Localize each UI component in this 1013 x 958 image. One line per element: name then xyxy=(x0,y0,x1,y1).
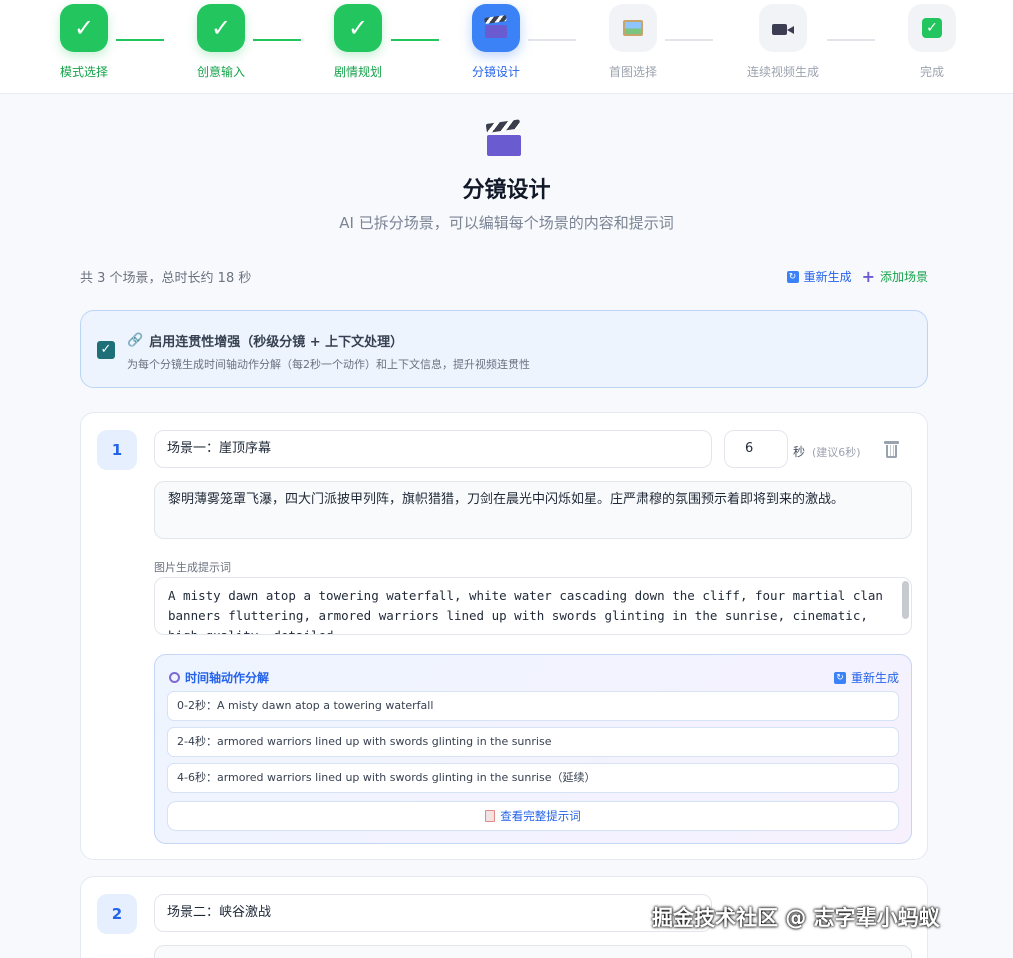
duration-input[interactable]: 6 xyxy=(724,430,788,468)
step-mode-select[interactable]: ✓ 模式选择 xyxy=(34,4,134,80)
regenerate-button[interactable]: ↻ 重新生成 xyxy=(786,268,852,285)
refresh-icon: ↻ xyxy=(833,671,846,684)
stopwatch-icon xyxy=(169,672,180,683)
check-icon: ✓ xyxy=(60,4,108,52)
consistency-checkbox[interactable]: ✓ xyxy=(97,341,115,359)
scene-description-textarea[interactable]: 黎明薄雾笼罩飞瀑，四大门派披甲列阵，旗帜猎猎，刀剑在晨光中闪烁如星。庄严肃穆的氛… xyxy=(154,481,912,539)
progress-stepper: ✓ 模式选择 ✓ 创意输入 ✓ 剧情规划 分镜设计 首图选择 连续视频生成 ✓ … xyxy=(0,0,1013,94)
step-circle xyxy=(759,4,807,52)
timeline-regenerate-label: 重新生成 xyxy=(850,671,899,685)
step-circle xyxy=(472,4,520,52)
step-complete[interactable]: ✓ 完成 xyxy=(882,4,982,80)
duration-unit: 秒 xyxy=(793,445,806,459)
step-label: 创意输入 xyxy=(196,65,245,79)
step-label: 完成 xyxy=(919,65,944,79)
timeline-item[interactable]: 0-2秒：A misty dawn atop a towering waterf… xyxy=(167,691,899,721)
check-icon: ✓ xyxy=(334,4,382,52)
timeline-title-row: 时间轴动作分解 xyxy=(169,669,269,686)
step-label: 模式选择 xyxy=(59,65,108,79)
step-connector xyxy=(827,39,875,41)
step-video-generation[interactable]: 连续视频生成 xyxy=(733,4,833,80)
clapperboard-icon xyxy=(485,119,521,160)
consistency-description: 为每个分镜生成时间轴动作分解（每2秒一个动作）和上下文信息，提升视频连贯性 xyxy=(127,358,530,371)
step-label: 首图选择 xyxy=(608,65,657,79)
step-storyboard[interactable]: 分镜设计 xyxy=(446,4,546,80)
image-prompt-text: A misty dawn atop a towering waterfall, … xyxy=(168,588,883,634)
step-label: 连续视频生成 xyxy=(746,65,819,79)
movie-camera-icon xyxy=(772,21,794,35)
check-box-icon: ✓ xyxy=(922,18,942,38)
step-circle xyxy=(609,4,657,52)
add-scene-button[interactable]: + 添加场景 xyxy=(862,268,928,285)
step-creative-input[interactable]: ✓ 创意输入 xyxy=(171,4,271,80)
step-first-frame[interactable]: 首图选择 xyxy=(583,4,683,80)
page-title: 分镜设计 xyxy=(462,178,551,203)
duration-hint: (建议6秒) xyxy=(812,446,861,459)
timeline-item[interactable]: 2-4秒：armored warriors lined up with swor… xyxy=(167,727,899,757)
scene-card: 1 场景一：崖顶序幕 6 秒 (建议6秒) 黎明薄雾笼罩飞瀑，四大门派披甲列阵，… xyxy=(80,412,928,860)
picture-icon xyxy=(623,20,643,36)
scene-number: 2 xyxy=(97,894,137,934)
timeline-title: 时间轴动作分解 xyxy=(185,671,270,685)
step-circle: ✓ xyxy=(908,4,956,52)
plus-icon: + xyxy=(861,266,875,286)
clapperboard-icon xyxy=(484,14,507,38)
scene-number: 1 xyxy=(97,430,137,470)
consistency-title-row: 🔗 启用连贯性增强（秒级分镜 + 上下文处理） xyxy=(127,331,403,350)
link-icon: 🔗 xyxy=(127,333,144,348)
check-icon: ✓ xyxy=(197,4,245,52)
prompt-label: 图片生成提示词 xyxy=(154,561,231,574)
watermark: 掘金技术社区 @ 志字辈小蚂蚁 xyxy=(652,906,940,930)
timeline-regenerate-button[interactable]: ↻ 重新生成 xyxy=(833,669,899,686)
scene-title-input[interactable]: 场景一：崖顶序幕 xyxy=(154,430,712,468)
consistency-title: 启用连贯性增强（秒级分镜 + 上下文处理） xyxy=(149,335,404,350)
step-label: 分镜设计 xyxy=(471,65,520,79)
refresh-icon: ↻ xyxy=(786,270,799,283)
scene-title-input[interactable]: 场景二：峡谷激战 xyxy=(154,894,712,932)
trash-icon[interactable] xyxy=(884,441,899,458)
timeline-item[interactable]: 4-6秒：armored warriors lined up with swor… xyxy=(167,763,899,793)
view-full-prompt-label: 查看完整提示词 xyxy=(500,809,581,823)
scrollbar[interactable] xyxy=(902,581,909,619)
scene-summary: 共 3 个场景，总时长约 18 秒 xyxy=(80,271,252,286)
step-plot-planning[interactable]: ✓ 剧情规划 xyxy=(308,4,408,80)
regenerate-label: 重新生成 xyxy=(803,270,852,284)
timeline-panel: 时间轴动作分解 ↻ 重新生成 0-2秒：A misty dawn atop a … xyxy=(154,654,912,844)
add-scene-label: 添加场景 xyxy=(879,270,928,284)
consistency-option: ✓ 🔗 启用连贯性增强（秒级分镜 + 上下文处理） 为每个分镜生成时间轴动作分解… xyxy=(80,310,928,388)
memo-icon xyxy=(485,810,496,822)
step-label: 剧情规划 xyxy=(333,65,382,79)
scene-actions: ↻ 重新生成 + 添加场景 xyxy=(786,268,928,285)
page-subtitle: AI 已拆分场景，可以编辑每个场景的内容和提示词 xyxy=(339,214,674,232)
view-full-prompt-button[interactable]: 查看完整提示词 xyxy=(167,801,899,831)
scene-description-textarea[interactable] xyxy=(154,945,912,958)
image-prompt-textarea[interactable]: A misty dawn atop a towering waterfall, … xyxy=(154,577,912,635)
